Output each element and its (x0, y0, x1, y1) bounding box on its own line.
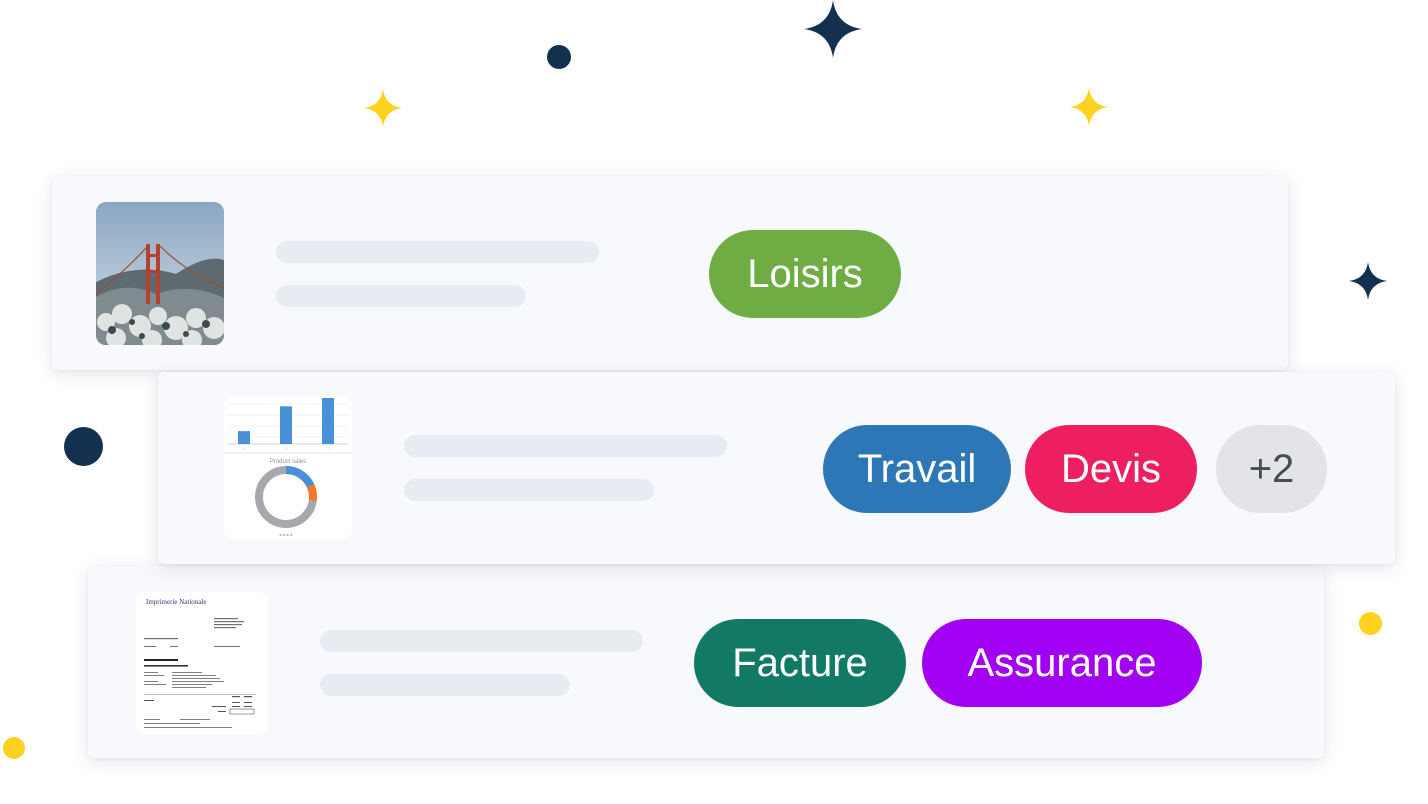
document-card[interactable]: Imprimerie Nationale Facture Assurance (88, 566, 1324, 758)
tag-assurance[interactable]: Assurance (922, 619, 1202, 707)
svg-text:■ ■ ■ ■: ■ ■ ■ ■ (280, 532, 294, 537)
tag-more[interactable]: +2 (1216, 425, 1327, 513)
subtitle-placeholder (320, 674, 570, 696)
dot-decoration (64, 427, 103, 466)
bar-chart: 123 Product sales ■ ■ ■ ■ (224, 396, 352, 539)
tag-loisirs[interactable]: Loisirs (709, 230, 901, 318)
chart-title: Product sales (270, 459, 306, 465)
title-placeholder (276, 241, 599, 263)
subtitle-placeholder (276, 285, 526, 307)
chart-bar (322, 398, 334, 444)
chart-thumbnail: 123 Product sales ■ ■ ■ ■ (224, 396, 352, 539)
invoice-thumbnail: Imprimerie Nationale (136, 592, 268, 735)
invoice-logo: Imprimerie Nationale (146, 598, 206, 606)
subtitle-placeholder (404, 479, 654, 501)
tag-devis[interactable]: Devis (1025, 425, 1197, 513)
dot-decoration (547, 45, 571, 69)
dot-decoration (1359, 612, 1382, 635)
document-card[interactable]: 123 Product sales ■ ■ ■ ■ Travail Devis … (158, 372, 1395, 564)
tag-travail[interactable]: Travail (823, 425, 1011, 513)
star-icon (364, 89, 402, 127)
document-card[interactable]: Loisirs (52, 176, 1288, 370)
star-icon (1070, 88, 1108, 126)
star-icon (804, 0, 862, 58)
chart-bar (238, 431, 250, 444)
photo-thumbnail (96, 202, 224, 345)
chart-bar (280, 406, 292, 444)
title-placeholder (320, 630, 643, 652)
tag-facture[interactable]: Facture (694, 619, 906, 707)
dot-decoration (3, 737, 25, 759)
title-placeholder (404, 435, 727, 457)
star-icon (1349, 262, 1387, 300)
